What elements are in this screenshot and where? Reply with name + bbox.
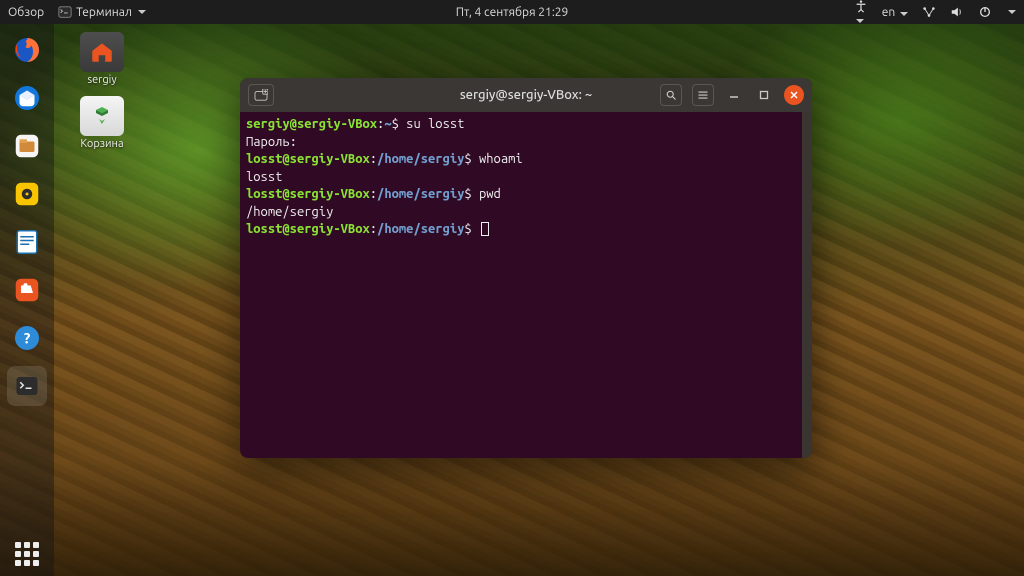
close-icon bbox=[789, 90, 799, 100]
minimize-button[interactable] bbox=[724, 85, 744, 105]
accessibility-icon[interactable] bbox=[854, 0, 868, 26]
dock-rhythmbox[interactable] bbox=[7, 174, 47, 214]
dock-help[interactable]: ? bbox=[7, 318, 47, 358]
maximize-icon bbox=[759, 90, 769, 100]
dock-terminal[interactable] bbox=[7, 366, 47, 406]
svg-text:?: ? bbox=[24, 329, 31, 346]
dock-libreoffice-writer[interactable] bbox=[7, 222, 47, 262]
chevron-down-icon bbox=[856, 19, 864, 23]
terminal-command: pwd bbox=[479, 187, 501, 201]
desktop-home-folder[interactable]: sergiy bbox=[70, 32, 134, 86]
network-icon[interactable] bbox=[922, 5, 936, 19]
trash-icon bbox=[80, 96, 124, 136]
desktop-trash[interactable]: Корзина bbox=[70, 96, 134, 150]
window-title: sergiy@sergiy-VBox: ~ bbox=[460, 88, 592, 102]
minimize-icon bbox=[729, 90, 739, 100]
desktop-icon-label: Корзина bbox=[70, 138, 134, 150]
terminal-command: whoami bbox=[479, 152, 523, 166]
dock: ? bbox=[0, 24, 54, 576]
dock-files[interactable] bbox=[7, 126, 47, 166]
terminal-window: sergiy@sergiy-VBox: ~ sergiy@sergiy-VBox… bbox=[240, 78, 812, 458]
power-icon[interactable] bbox=[978, 5, 992, 19]
terminal-body[interactable]: sergiy@sergiy-VBox:~$ su losst Пароль: l… bbox=[240, 112, 812, 458]
search-button[interactable] bbox=[660, 84, 682, 106]
dock-firefox[interactable] bbox=[7, 30, 47, 70]
app-menu-label: Терминал bbox=[76, 6, 132, 19]
new-tab-button[interactable] bbox=[248, 84, 274, 106]
hamburger-menu-button[interactable] bbox=[692, 84, 714, 106]
dock-thunderbird[interactable] bbox=[7, 78, 47, 118]
search-icon bbox=[665, 89, 677, 101]
cursor bbox=[481, 222, 489, 236]
chevron-down-icon bbox=[900, 12, 908, 16]
prompt-path: ~ bbox=[384, 117, 391, 131]
terminal-command: su losst bbox=[406, 117, 464, 131]
prompt-path: /home/sergiy bbox=[377, 187, 464, 201]
show-applications[interactable] bbox=[0, 542, 54, 566]
home-folder-icon bbox=[80, 32, 124, 72]
chevron-down-icon bbox=[1008, 10, 1016, 14]
terminal-output: Пароль: bbox=[246, 134, 806, 152]
volume-icon[interactable] bbox=[950, 5, 964, 19]
clock[interactable]: Пт, 4 сентября 21:29 bbox=[456, 6, 569, 19]
activities-button[interactable]: Обзор bbox=[8, 6, 44, 19]
new-tab-icon bbox=[254, 89, 268, 101]
prompt-userhost: losst@sergiy-VBox bbox=[246, 222, 370, 236]
dock-software[interactable] bbox=[7, 270, 47, 310]
prompt-path: /home/sergiy bbox=[377, 152, 464, 166]
maximize-button[interactable] bbox=[754, 85, 774, 105]
prompt-path: /home/sergiy bbox=[377, 222, 464, 236]
terminal-output: /home/sergiy bbox=[246, 204, 806, 222]
terminal-small-icon bbox=[58, 5, 72, 19]
titlebar[interactable]: sergiy@sergiy-VBox: ~ bbox=[240, 78, 812, 112]
close-button[interactable] bbox=[784, 85, 804, 105]
prompt-userhost: losst@sergiy-VBox bbox=[246, 152, 370, 166]
hamburger-icon bbox=[697, 89, 709, 101]
keyboard-layout[interactable]: en bbox=[882, 6, 908, 19]
desktop-icon-label: sergiy bbox=[70, 74, 134, 86]
top-bar: Обзор Терминал Пт, 4 сентября 21:29 en bbox=[0, 0, 1024, 24]
prompt-userhost: sergiy@sergiy-VBox bbox=[246, 117, 377, 131]
prompt-userhost: losst@sergiy-VBox bbox=[246, 187, 370, 201]
app-menu[interactable]: Терминал bbox=[58, 5, 146, 19]
chevron-down-icon bbox=[138, 10, 146, 14]
terminal-output: losst bbox=[246, 169, 806, 187]
